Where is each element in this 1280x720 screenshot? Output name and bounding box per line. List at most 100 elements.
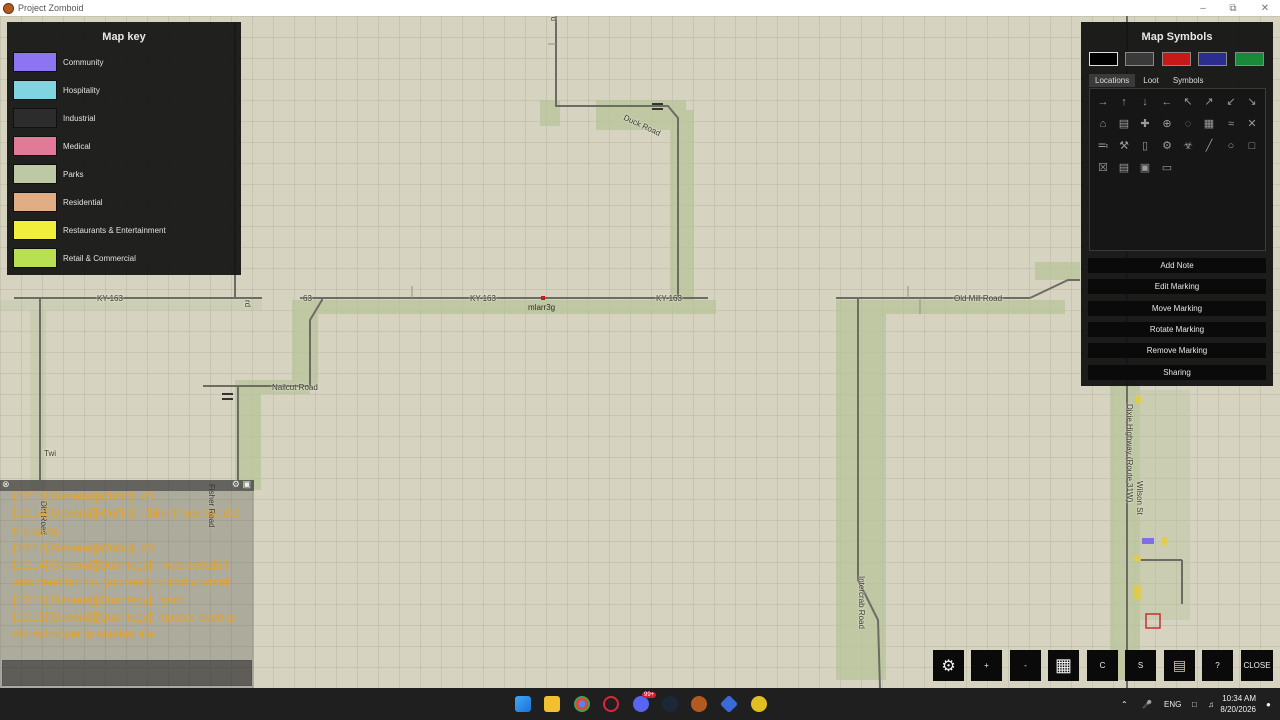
map-key-label: Medical bbox=[63, 141, 91, 151]
sharing-button[interactable]: Sharing bbox=[1088, 365, 1266, 380]
arrow-up-left-icon[interactable]: ↖ bbox=[1181, 95, 1195, 109]
discord-badge: 99+ bbox=[642, 692, 657, 698]
community-swatch bbox=[13, 52, 57, 72]
residential-swatch bbox=[13, 192, 57, 212]
grid-toggle-icon[interactable]: ▦ bbox=[1048, 650, 1079, 681]
parks-swatch bbox=[13, 164, 57, 184]
chrome-icon[interactable] bbox=[574, 696, 590, 712]
gear-small-icon[interactable]: ⚙ bbox=[1160, 139, 1174, 153]
notification-bell-icon[interactable]: ● bbox=[1266, 688, 1271, 720]
biohazard-icon[interactable]: ☣ bbox=[1181, 139, 1195, 153]
network-icon[interactable]: □ bbox=[1192, 688, 1197, 720]
bank-icon[interactable]: ▤ bbox=[1117, 161, 1131, 175]
file-explorer-icon[interactable] bbox=[544, 696, 560, 712]
map-key-item-industrial: Industrial bbox=[13, 108, 95, 128]
help-button[interactable]: ? bbox=[1202, 650, 1233, 681]
map-key-item-parks: Parks bbox=[13, 164, 83, 184]
sign-icon[interactable]: ▭ bbox=[1160, 161, 1174, 175]
dome-icon[interactable]: ◌ bbox=[1181, 117, 1195, 131]
road-label-fragment: rd bbox=[243, 300, 252, 308]
arrow-down-right-icon[interactable]: ↘ bbox=[1245, 95, 1259, 109]
plus-cross-icon[interactable]: ✚ bbox=[1138, 117, 1152, 131]
zomboid-app-icon bbox=[3, 2, 14, 14]
center-button[interactable]: C bbox=[1087, 650, 1118, 681]
app-diamond-icon[interactable] bbox=[719, 694, 739, 714]
minimize-button[interactable]: – bbox=[1188, 0, 1218, 16]
color-gray-button[interactable] bbox=[1125, 52, 1154, 66]
shield-icon[interactable]: ○ bbox=[1224, 139, 1238, 153]
maximize-button[interactable]: ⧉ bbox=[1218, 0, 1248, 16]
arrow-down-icon[interactable]: ↓ bbox=[1138, 95, 1152, 109]
zoom-out-button[interactable]: - bbox=[1010, 650, 1041, 681]
arrow-up-right-icon[interactable]: ↗ bbox=[1202, 95, 1216, 109]
map-symbols-title: Map Symbols bbox=[1141, 31, 1213, 43]
color-green-button[interactable] bbox=[1235, 52, 1264, 66]
barrier-icon[interactable]: ▦ bbox=[1202, 117, 1216, 131]
rotate-marking-button[interactable]: Rotate Marking bbox=[1088, 322, 1266, 337]
color-black-button[interactable] bbox=[1089, 52, 1118, 66]
symbols-toggle-button[interactable]: S bbox=[1125, 650, 1156, 681]
cross-x-icon[interactable]: ✕ bbox=[1245, 117, 1259, 131]
arrow-left-icon[interactable]: ← bbox=[1160, 95, 1174, 109]
window-title-bar: Project Zomboid – ⧉ ✕ bbox=[0, 0, 1280, 16]
map-key-label: Industrial bbox=[63, 113, 96, 123]
arrow-up-icon[interactable]: ↑ bbox=[1117, 95, 1131, 109]
knife-icon[interactable]: ╱ bbox=[1202, 139, 1216, 153]
map-item-icon[interactable]: ▤ bbox=[1164, 650, 1195, 681]
chat-close-icon[interactable]: ⊗ bbox=[2, 479, 10, 490]
steam-icon[interactable] bbox=[662, 696, 678, 712]
remove-marking-button[interactable]: Remove Marking bbox=[1088, 343, 1266, 358]
app-yellow-icon[interactable] bbox=[751, 696, 767, 712]
opera-icon[interactable] bbox=[603, 696, 619, 712]
zomboid-taskbar-icon[interactable] bbox=[691, 696, 707, 712]
chat-message: [10:14][General][Wolfin]: i think those … bbox=[13, 508, 240, 538]
window-close-button[interactable]: ✕ bbox=[1250, 0, 1280, 16]
map-settings-gear-icon[interactable]: ⚙ bbox=[933, 650, 964, 681]
road-label-ky163-east: KY-163 bbox=[656, 294, 682, 303]
zigzag-icon[interactable]: ≕ bbox=[1096, 139, 1110, 153]
map-key-label: Hospitality bbox=[63, 85, 100, 95]
add-note-button[interactable]: Add Note bbox=[1088, 258, 1266, 273]
system-clock[interactable]: 10:34 AM 8/20/2026 bbox=[1220, 693, 1256, 715]
arrow-right-icon[interactable]: → bbox=[1096, 95, 1110, 109]
map-symbols-panel: Map Symbols Locations Loot Symbols → ↑ ↓… bbox=[1081, 22, 1273, 386]
clock-date: 8/20/2026 bbox=[1220, 705, 1256, 714]
discord-icon[interactable] bbox=[633, 696, 649, 712]
tray-chevron-icon[interactable]: ⌃ bbox=[1121, 688, 1128, 720]
tab-symbols[interactable]: Symbols bbox=[1167, 74, 1210, 87]
map-key-item-hospitality: Hospitality bbox=[13, 80, 100, 100]
language-indicator[interactable]: ENG bbox=[1164, 688, 1181, 720]
microphone-icon[interactable]: 🎤 bbox=[1142, 688, 1152, 720]
map-key-item-retail: Retail & Commercial bbox=[13, 248, 136, 268]
road-label-nailcut-road: Nailcut Road bbox=[272, 383, 318, 392]
move-marking-button[interactable]: Move Marking bbox=[1088, 301, 1266, 316]
close-map-button[interactable]: CLOSE bbox=[1241, 650, 1273, 681]
lock-icon[interactable]: ▤ bbox=[1117, 117, 1131, 131]
target-icon[interactable]: ⊕ bbox=[1160, 117, 1174, 131]
edit-marking-button[interactable]: Edit Marking bbox=[1088, 279, 1266, 294]
water-icon[interactable]: ≈ bbox=[1224, 117, 1238, 131]
house-icon[interactable]: ⌂ bbox=[1096, 117, 1110, 131]
wrench-icon[interactable]: ⚒ bbox=[1117, 139, 1131, 153]
color-red-button[interactable] bbox=[1162, 52, 1191, 66]
window-title: Project Zomboid bbox=[18, 3, 84, 13]
volume-icon[interactable]: ♫ bbox=[1208, 688, 1214, 720]
retail-swatch bbox=[13, 248, 57, 268]
road-label-twi: Twi bbox=[44, 449, 56, 458]
chat-input[interactable] bbox=[2, 660, 252, 686]
door-icon[interactable]: ▯ bbox=[1138, 139, 1152, 153]
tab-loot[interactable]: Loot bbox=[1137, 74, 1165, 87]
book-icon[interactable]: ▣ bbox=[1138, 161, 1152, 175]
skull-x-icon[interactable]: ☒ bbox=[1096, 161, 1110, 175]
clipboard-icon[interactable]: □ bbox=[1245, 139, 1259, 153]
zoom-in-button[interactable]: + bbox=[971, 650, 1002, 681]
map-key-item-residential: Residential bbox=[13, 192, 103, 212]
color-blue-button[interactable] bbox=[1198, 52, 1227, 66]
road-label-ky163-mid: KY-163 bbox=[470, 294, 496, 303]
map-key-item-community: Community bbox=[13, 52, 103, 72]
chat-message: [10:14][General][Quantegy]: i was certai… bbox=[13, 560, 231, 590]
tab-locations[interactable]: Locations bbox=[1089, 74, 1136, 87]
arrow-down-left-icon[interactable]: ↙ bbox=[1224, 95, 1238, 109]
industrial-swatch bbox=[13, 108, 57, 128]
windows-start-icon[interactable] bbox=[515, 696, 531, 712]
